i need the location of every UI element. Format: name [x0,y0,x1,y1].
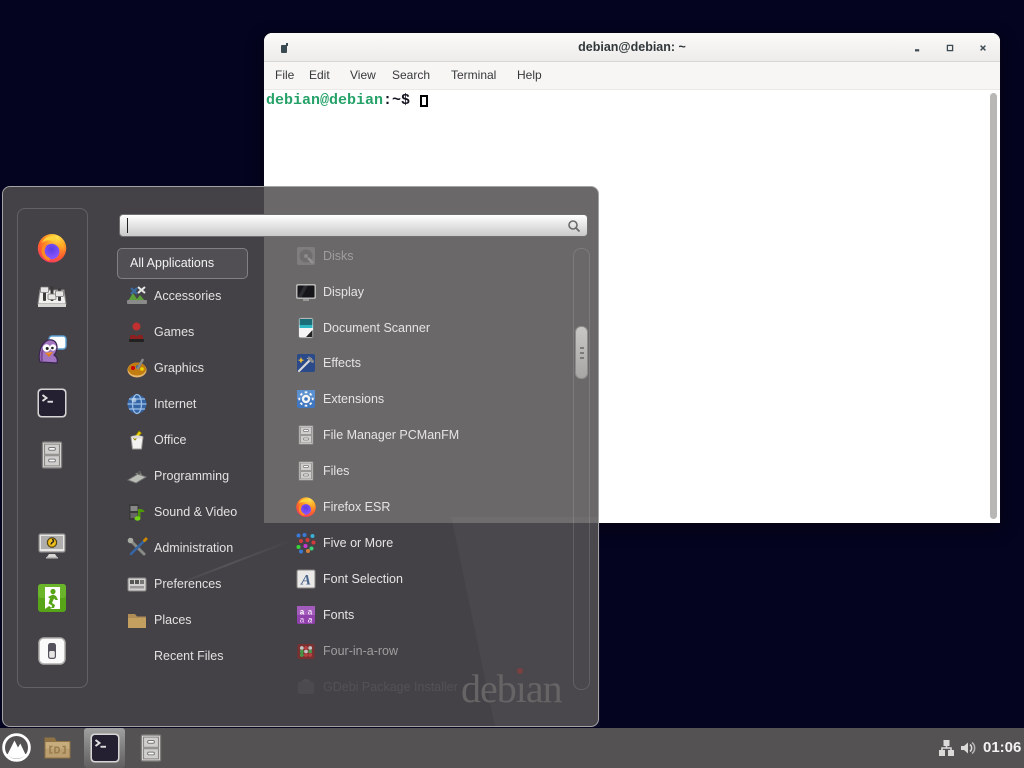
svg-text:A: A [300,573,311,589]
svg-text:a: a [308,616,313,625]
svg-text:a: a [300,616,305,625]
